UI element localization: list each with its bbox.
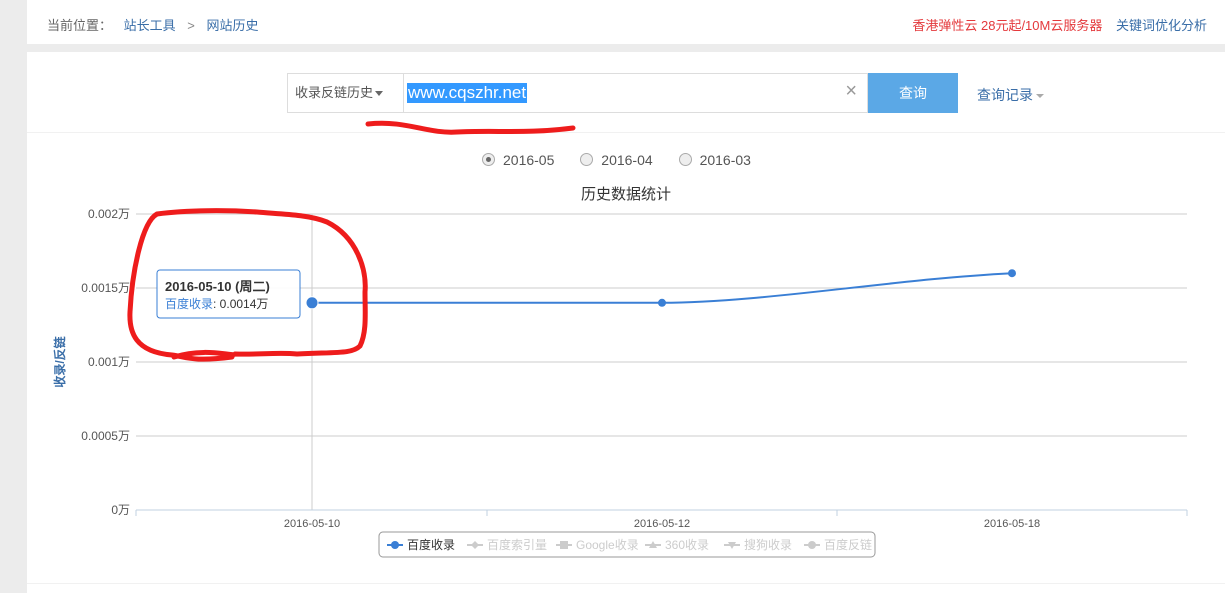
legend-label: 百度收录: [407, 537, 455, 552]
legend-marker-circle-icon: [808, 541, 816, 549]
x-tick-label: 2016-05-10: [284, 518, 340, 530]
y-tick-label: 0万: [111, 503, 130, 517]
breadcrumb-separator: >: [187, 18, 195, 33]
data-point[interactable]: [1008, 269, 1016, 278]
y-axis-ticks: 0万 0.0005万 0.001万 0.0015万 0.002万: [81, 207, 130, 517]
divider: [27, 583, 1225, 584]
chart-legend: 百度收录 百度索引量 Google收录 360收录 搜狗收录 百度反链: [378, 531, 876, 558]
breadcrumb-prefix: 当前位置：: [47, 18, 113, 33]
breadcrumb-link-tools[interactable]: 站长工具: [124, 18, 176, 33]
x-tick-label: 2016-05-18: [984, 518, 1040, 530]
y-axis-label: 收录/反链: [52, 335, 67, 387]
annotation-underline: [365, 120, 576, 135]
legend-label: 百度索引量: [487, 537, 547, 552]
chart-title: 历史数据统计: [581, 186, 671, 203]
y-tick-label: 0.002万: [88, 207, 130, 221]
legend-marker-circle-icon: [391, 541, 399, 549]
chart-grid: [136, 213, 1187, 511]
chart-tooltip: 2016-05-10 (周二) 百度收录: 0.0014万: [156, 269, 301, 319]
legend-label: Google收录: [576, 538, 639, 552]
tooltip-date: 2016-05-10 (周二): [165, 279, 270, 294]
keyword-analysis-link[interactable]: 关键词优化分析: [1116, 18, 1207, 33]
legend-label: 360收录: [665, 538, 709, 552]
tooltip-value: 百度收录: 0.0014万: [165, 296, 268, 311]
y-tick-label: 0.0005万: [81, 429, 130, 443]
legend-label: 搜狗收录: [744, 537, 792, 552]
top-links: 香港弹性云 28元起/10M云服务器 关键词优化分析: [912, 15, 1207, 34]
breadcrumb: 当前位置： 站长工具 > 网站历史: [47, 15, 259, 34]
main-panel: 收录反链历史 www.cqszhr.net × 查询 查询记录 2016-05 …: [27, 52, 1225, 593]
series-group: [305, 269, 1016, 310]
tooltip-series-value: : 0.0014万: [213, 297, 268, 311]
data-point[interactable]: [658, 298, 666, 307]
x-tick-label: 2016-05-12: [634, 518, 690, 530]
tooltip-series-name: 百度收录: [165, 296, 213, 311]
ad-link[interactable]: 香港弹性云 28元起/10M云服务器: [912, 18, 1102, 33]
breadcrumb-link-history[interactable]: 网站历史: [207, 18, 259, 33]
top-bar: 当前位置： 站长工具 > 网站历史 香港弹性云 28元起/10M云服务器 关键词…: [27, 0, 1225, 44]
history-chart: 历史数据统计 收录/反链 0万 0.0005万 0.001万 0.0015万 0.002…: [52, 120, 1188, 558]
x-axis: 2016-05-10 2016-05-12 2016-05-18: [135, 509, 1188, 530]
legend-label: 百度反链: [824, 537, 872, 552]
red-annotations: [127, 120, 576, 362]
legend-marker-square-icon: [560, 541, 568, 549]
y-tick-label: 0.001万: [88, 355, 130, 369]
data-point[interactable]: [305, 296, 319, 310]
y-tick-label: 0.0015万: [81, 281, 130, 295]
